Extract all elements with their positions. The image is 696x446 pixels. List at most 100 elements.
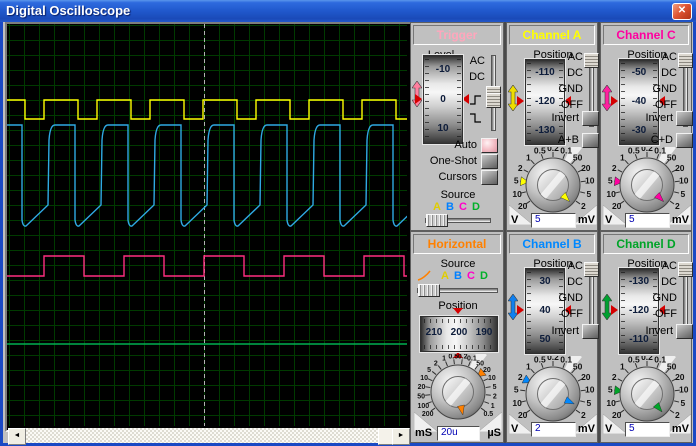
knob-scale-label: 10 <box>512 398 522 408</box>
source-channel-a[interactable]: A <box>441 270 449 282</box>
coupling-option-label: GND <box>652 83 677 95</box>
wheel-value: 210 <box>425 327 443 338</box>
knob-scale-label: 5 <box>608 176 613 186</box>
unit-left-label: V <box>511 214 519 226</box>
knob-scale-label: 10 <box>679 385 689 395</box>
button-label: Invert <box>645 325 673 337</box>
knob-scale-label: 2 <box>675 410 680 420</box>
channel-d-panel: Channel D Position -130 -120 -110 AC DC GND O… <box>600 231 693 443</box>
coupling-option-label: DC <box>567 67 583 79</box>
channel-c-title-text: Channel C <box>616 28 676 42</box>
source-channel-d[interactable]: D <box>480 270 488 282</box>
trigger-source-label: Source <box>440 189 476 201</box>
coupling-option-label: OFF <box>561 308 583 320</box>
knob-scale-label: 10 <box>585 385 595 395</box>
knob-scale-label: 50 <box>573 152 583 162</box>
wheel-pointer-left <box>611 96 618 106</box>
horizontal-position-wheel[interactable]: 210 200 190 <box>419 308 499 358</box>
switch-thumb[interactable] <box>678 53 693 68</box>
horizontal-source-slider[interactable] <box>417 284 498 297</box>
channel-b-panel: Channel B Position 30 40 50 AC DC GND OFF Inv… <box>506 231 599 443</box>
invert-button[interactable] <box>582 111 599 126</box>
knob-scale-label: 5 <box>514 176 519 186</box>
rising-edge-icon <box>470 95 481 105</box>
falling-edge-icon <box>470 113 481 123</box>
knob-scale-label: 100 <box>417 403 429 410</box>
scroll-left-button[interactable]: ◄ <box>8 428 26 445</box>
a-b-button[interactable] <box>582 133 599 148</box>
knob-scale-label: 0.5 <box>628 356 640 364</box>
knob-scale-label: 0.1 <box>654 147 666 155</box>
button-label: Invert <box>551 112 579 124</box>
button-label: C+D <box>650 134 673 146</box>
source-channel-c[interactable]: C <box>459 201 467 213</box>
trigger-panel: Trigger Level -10010 ACDC AutoOne-ShotCu… <box>410 22 504 231</box>
knob-scale-label: 0.1 <box>560 147 572 155</box>
wheel-value: 200 <box>450 327 468 338</box>
invert-button[interactable] <box>676 111 693 126</box>
channel-d-value-box[interactable]: 5 <box>625 422 670 437</box>
trigger-title-text: Trigger <box>436 28 478 42</box>
slider-thumb[interactable] <box>426 214 448 227</box>
trigger-mode-buttons: Auto One-Shot Cursors <box>415 138 501 188</box>
switch-thumb[interactable] <box>584 262 599 277</box>
channel-d-value-row: V 5 mV <box>601 422 691 437</box>
knob-scale-label: 5 <box>514 385 519 395</box>
trigger-edge-switch[interactable] <box>463 91 503 131</box>
unit-left-label: V <box>511 423 519 435</box>
close-button[interactable]: ✕ <box>672 3 692 20</box>
source-channel-b[interactable]: B <box>454 270 462 282</box>
thumbwheel[interactable]: 210 200 190 <box>419 315 499 353</box>
horizontal-value-box[interactable]: 20u <box>437 426 480 441</box>
horizontal-panel: Horizontal Source ABCD Position 210 200 19… <box>410 231 504 443</box>
invert-button[interactable] <box>582 324 599 339</box>
auto-button[interactable] <box>481 138 498 153</box>
scroll-right-button[interactable]: ► <box>392 428 410 445</box>
channel-b-title-text: Channel B <box>522 237 582 251</box>
switch-thumb[interactable] <box>486 93 501 108</box>
c-d-button[interactable] <box>676 133 693 148</box>
button-label: Invert <box>645 112 673 124</box>
title-bar[interactable]: Digital Oscilloscope ✕ <box>0 0 696 22</box>
cursors-button[interactable] <box>481 170 498 185</box>
knob-scale-label: 1 <box>442 356 446 363</box>
switch-thumb[interactable] <box>584 53 599 68</box>
knob-svg[interactable]: 200100502010521 0.5 0.2 0.15020105210.5 <box>413 349 503 433</box>
invert-button[interactable] <box>676 324 693 339</box>
horizontal-scrollbar[interactable]: ◄ ► <box>8 428 410 445</box>
knob-scale-label: 0.2 <box>641 356 653 362</box>
button-label: Auto <box>454 139 477 151</box>
channel-c-value-box[interactable]: 5 <box>625 213 670 228</box>
source-channel-b[interactable]: B <box>446 201 454 213</box>
channel-a-buttons: Invert A+B <box>535 111 599 151</box>
coupling-option-label: GND <box>558 83 583 95</box>
channel-c-panel-title: Channel C <box>603 25 689 45</box>
knob-scale-label: 0.5 <box>448 354 458 360</box>
knob-scale-label: 0.5 <box>483 411 493 418</box>
ramp-source-icon[interactable] <box>417 270 433 282</box>
channel-a-value-box[interactable]: 5 <box>531 213 576 228</box>
switch-thumb[interactable] <box>678 262 693 277</box>
slider-thumb[interactable] <box>418 284 440 297</box>
thumbwheel[interactable]: -10 0 10 <box>422 54 464 145</box>
knob-scale-label: 1 <box>526 361 531 371</box>
channel-b-value-box[interactable]: 2 <box>531 422 576 437</box>
knob-scale-label: 2 <box>581 410 586 420</box>
source-channel-c[interactable]: C <box>467 270 475 282</box>
knob-scale-label: 1 <box>526 152 531 162</box>
knob-scale-label: 0.1 <box>560 356 572 364</box>
scope-svg <box>7 24 480 426</box>
coupling-option-label: AC <box>661 260 677 272</box>
coupling-option-label: DC <box>469 71 485 83</box>
knob-scale-label: 0.5 <box>628 147 640 155</box>
one-shot-button[interactable] <box>481 154 498 169</box>
source-channel-d[interactable]: D <box>472 201 480 213</box>
trigger-source-slider[interactable] <box>425 214 491 227</box>
horizontal-timebase-knob[interactable]: 200 100 50 20 10 5 2 1 0.5 0.2 0.1 50 20 10 5 2 1 0.5 <box>413 349 503 433</box>
source-channel-a[interactable]: A <box>433 201 441 213</box>
channel-c-value-row: V 5 mV <box>601 213 691 228</box>
coupling-option-label: AC <box>567 51 583 63</box>
knob-scale-label: 10 <box>606 189 616 199</box>
horizontal-source-label: Source <box>440 258 476 270</box>
knob-scale-label: 2 <box>434 360 438 367</box>
